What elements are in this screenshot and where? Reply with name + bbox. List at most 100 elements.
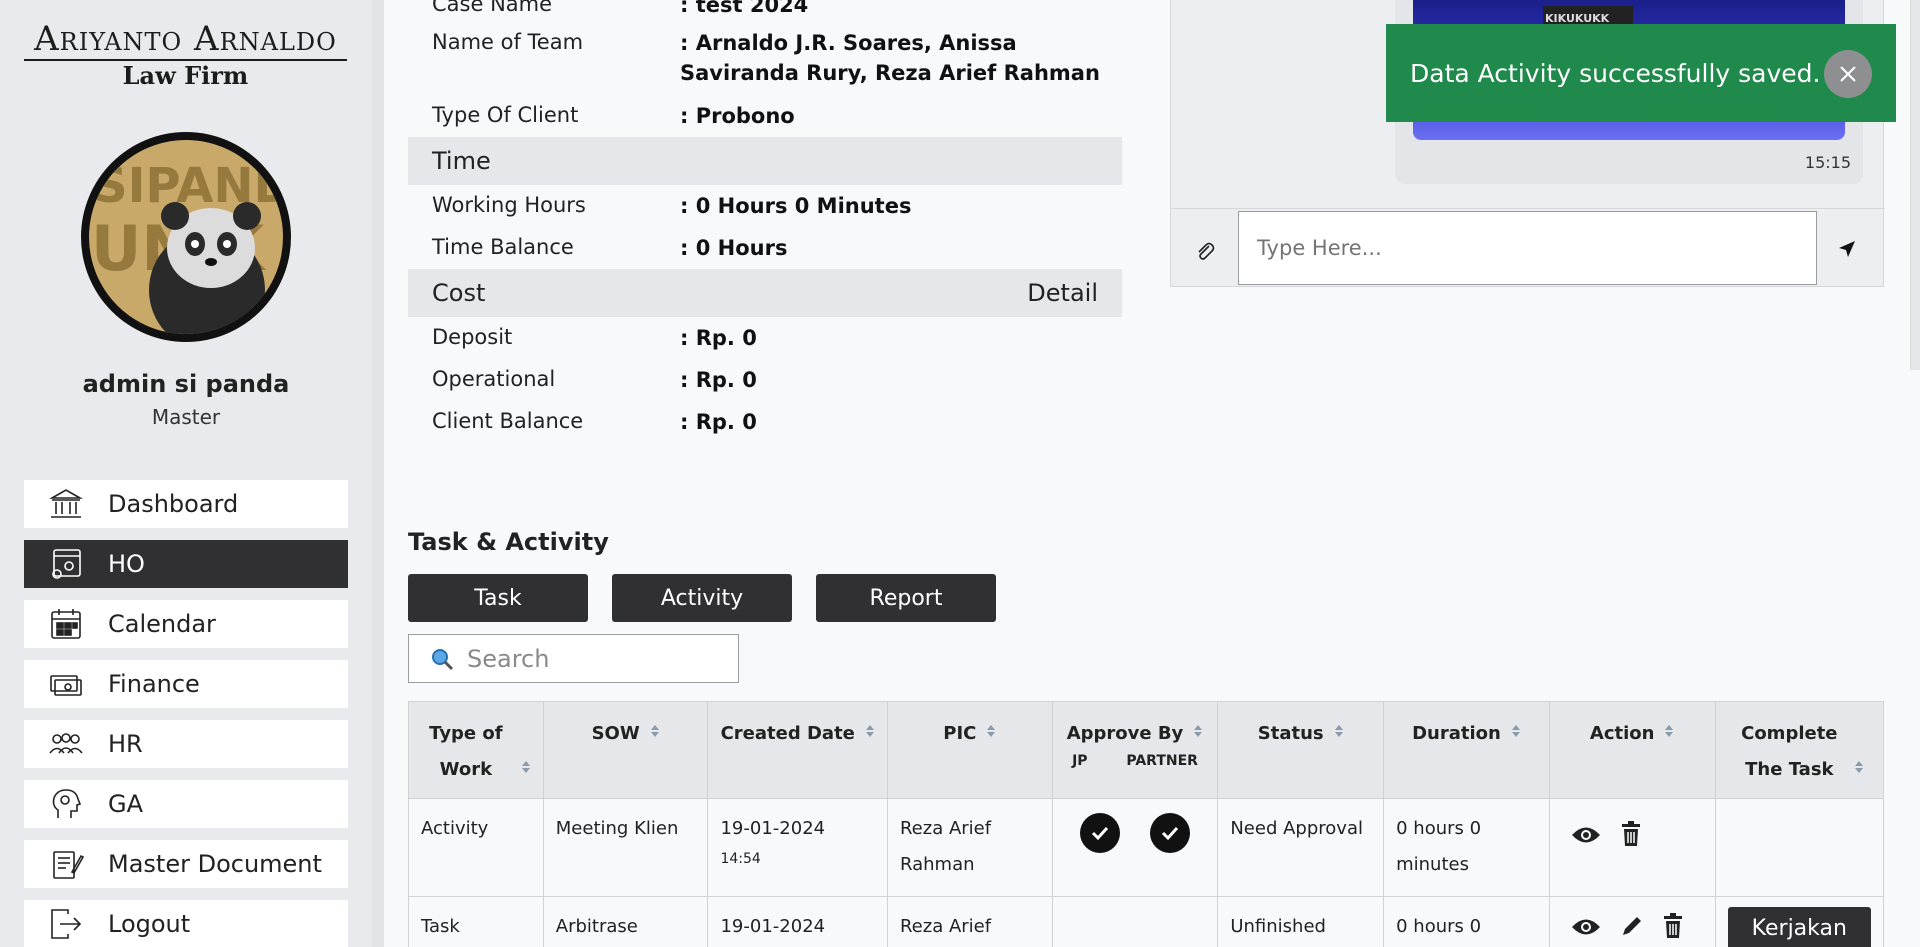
report-button[interactable]: Report bbox=[816, 574, 996, 622]
deposit-value: : Rp. 0 bbox=[680, 326, 757, 350]
sidebar-item-label: Dashboard bbox=[108, 490, 239, 518]
sidebar-item-ho[interactable]: HO bbox=[24, 540, 348, 588]
search-icon bbox=[432, 648, 454, 670]
operational-value: : Rp. 0 bbox=[680, 368, 757, 392]
check-icon bbox=[1079, 813, 1120, 853]
paperclip-icon[interactable] bbox=[1185, 231, 1225, 271]
sort-icon[interactable] bbox=[1334, 716, 1344, 752]
cell-pic: Reza Arief bbox=[886, 896, 1053, 947]
sidebar-item-label: Logout bbox=[108, 910, 191, 938]
client-balance-value: : Rp. 0 bbox=[680, 410, 757, 434]
sort-icon[interactable] bbox=[1511, 716, 1521, 752]
cell-approve bbox=[1051, 896, 1219, 947]
task-button[interactable]: Task bbox=[408, 574, 588, 622]
cost-section-header: Cost Detail bbox=[408, 269, 1122, 317]
sidebar-item-master-document[interactable]: Master Document bbox=[24, 840, 348, 888]
client-type-value: : Probono bbox=[680, 104, 795, 128]
logo-title: Ariyanto Arnaldo bbox=[34, 19, 337, 59]
cell-date: 19-01-2024 bbox=[720, 818, 826, 839]
eye-icon[interactable] bbox=[1570, 823, 1602, 859]
page-scrollbar[interactable] bbox=[1910, 0, 1920, 370]
table-row: Task Arbitrase 19-01-2024 Reza Arief Unf… bbox=[408, 896, 1885, 947]
money-icon bbox=[24, 666, 108, 702]
task-activity-title: Task & Activity bbox=[408, 528, 609, 556]
logout-icon bbox=[24, 906, 108, 942]
cell-actions bbox=[1548, 798, 1716, 897]
cell-type: Task bbox=[408, 896, 544, 947]
close-icon[interactable] bbox=[1824, 50, 1872, 98]
sidebar-item-dashboard[interactable]: Dashboard bbox=[24, 480, 348, 528]
send-icon[interactable] bbox=[1829, 231, 1865, 267]
sidebar-item-label: Master Document bbox=[108, 850, 322, 878]
col-approve-by[interactable]: Approve By JP PARTNER bbox=[1051, 701, 1219, 799]
kerjakan-button[interactable]: Kerjakan bbox=[1727, 907, 1871, 947]
time-balance-value: : 0 Hours bbox=[680, 236, 788, 260]
cell-created-date: 19-01-2024 14:54 bbox=[707, 798, 888, 897]
col-duration[interactable]: Duration bbox=[1383, 701, 1550, 799]
sidebar-edge bbox=[372, 0, 384, 947]
pencil-icon[interactable] bbox=[1620, 914, 1644, 947]
sort-icon[interactable] bbox=[1193, 716, 1203, 752]
search-box[interactable]: Search bbox=[408, 634, 739, 683]
sort-icon[interactable] bbox=[986, 716, 996, 752]
sort-icon[interactable] bbox=[650, 716, 660, 752]
search-placeholder: Search bbox=[467, 644, 550, 673]
head-gear-icon bbox=[24, 786, 108, 822]
time-section-header: Time bbox=[408, 137, 1122, 185]
approve-jp-label: JP bbox=[1072, 753, 1088, 769]
cost-detail-link[interactable]: Detail bbox=[1027, 279, 1098, 307]
sidebar-item-logout[interactable]: Logout bbox=[24, 900, 348, 947]
cell-actions bbox=[1548, 896, 1716, 947]
sort-icon[interactable] bbox=[1854, 752, 1864, 788]
trash-icon[interactable] bbox=[1620, 821, 1642, 860]
office-gear-icon bbox=[24, 546, 108, 582]
sidebar-item-label: HO bbox=[108, 550, 145, 578]
logo-subtitle: Law Firm bbox=[122, 61, 249, 90]
sidebar-item-calendar[interactable]: Calendar bbox=[24, 600, 348, 648]
cell-time: 14:54 bbox=[720, 851, 761, 867]
check-icon bbox=[1150, 813, 1191, 853]
sidebar-item-hr[interactable]: HR bbox=[24, 720, 348, 768]
col-type-of-work[interactable]: Type of Work bbox=[408, 701, 544, 799]
case-name-label: Case Name bbox=[432, 0, 553, 16]
chat-timestamp: 15:15 bbox=[1804, 153, 1851, 172]
working-hours-label: Working Hours bbox=[432, 193, 586, 217]
panda-avatar-icon: SIPANDA UNIK bbox=[91, 158, 283, 334]
team-value: : Arnaldo J.R. Soares, Anissa Saviranda … bbox=[680, 31, 1100, 85]
col-created-date[interactable]: Created Date bbox=[707, 701, 888, 799]
col-action[interactable]: Action bbox=[1548, 701, 1716, 799]
sort-icon[interactable] bbox=[865, 716, 875, 752]
approve-partner-label: PARTNER bbox=[1126, 753, 1198, 769]
calendar-icon bbox=[24, 606, 108, 642]
trash-icon[interactable] bbox=[1662, 913, 1684, 947]
sort-icon[interactable] bbox=[1664, 716, 1674, 752]
cell-sow: Arbitrase bbox=[542, 896, 709, 947]
eye-icon[interactable] bbox=[1570, 915, 1602, 947]
people-icon bbox=[24, 726, 108, 762]
col-status[interactable]: Status bbox=[1217, 701, 1385, 799]
cell-date: 19-01-2024 bbox=[720, 916, 826, 937]
sidebar-item-ga[interactable]: GA bbox=[24, 780, 348, 828]
col-pic[interactable]: PIC bbox=[886, 701, 1053, 799]
chat-message-input[interactable] bbox=[1238, 211, 1817, 285]
cell-complete: Kerjakan bbox=[1714, 896, 1885, 947]
col-complete-task[interactable]: Complete The Task bbox=[1714, 701, 1885, 799]
working-hours-value: : 0 Hours 0 Minutes bbox=[680, 194, 912, 218]
bank-icon bbox=[24, 486, 108, 522]
case-name-value: : test 2024 bbox=[680, 0, 809, 17]
user-role: Master bbox=[151, 405, 221, 429]
sort-icon[interactable] bbox=[521, 752, 531, 788]
cell-duration: 0 hours 0 minutes bbox=[1383, 798, 1550, 897]
sidebar-item-finance[interactable]: Finance bbox=[24, 660, 348, 708]
time-section-title: Time bbox=[432, 147, 491, 175]
sidebar-menu: Dashboard HO Calendar Finance HR GA Mast… bbox=[24, 480, 348, 947]
approve-sub-headers: JP PARTNER bbox=[1053, 752, 1218, 770]
cell-approve bbox=[1051, 798, 1219, 897]
document-icon bbox=[24, 846, 108, 882]
table-row: Activity Meeting Klien 19-01-2024 14:54 … bbox=[408, 798, 1885, 897]
cell-pic: Reza Arief Rahman bbox=[886, 798, 1053, 897]
cell-sow: Meeting Klien bbox=[542, 798, 709, 897]
activity-button[interactable]: Activity bbox=[612, 574, 792, 622]
cell-status: Need Approval bbox=[1217, 798, 1385, 897]
col-sow[interactable]: SOW bbox=[542, 701, 709, 799]
